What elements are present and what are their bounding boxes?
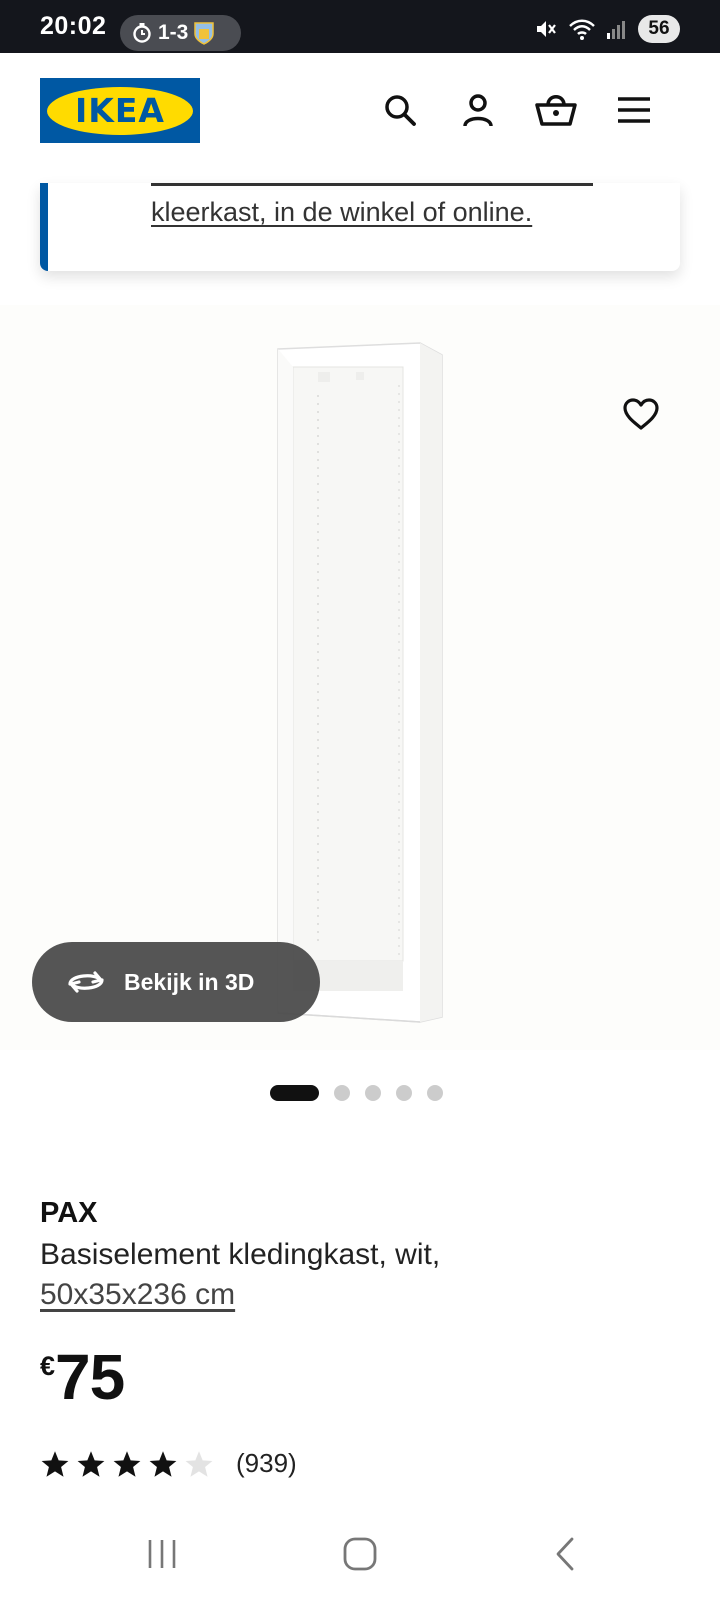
gallery-dot-active[interactable] (270, 1085, 319, 1101)
signal-icon (607, 21, 625, 39)
star-filled-icon (113, 1450, 141, 1477)
live-score-pill[interactable]: 1-3 (120, 15, 241, 51)
menu-icon[interactable] (612, 88, 656, 132)
product-description: Basiselement kledingkast, wit, (40, 1238, 441, 1271)
gallery-dot[interactable] (334, 1085, 350, 1101)
home-icon[interactable] (336, 1530, 384, 1578)
star-filled-icon (41, 1450, 69, 1477)
live-score: 1-3 (158, 21, 189, 44)
mute-icon (537, 21, 556, 37)
stopwatch-icon (133, 23, 151, 43)
notice-previous-line (151, 183, 593, 186)
logo-oval: IKEA (47, 86, 193, 135)
product-size-link[interactable]: 50x35x236 cm (40, 1278, 235, 1312)
account-icon[interactable] (456, 88, 500, 132)
notice-link[interactable]: kleerkast, in de winkel of online. (151, 197, 532, 228)
view-in-3d-button[interactable]: Bekijk in 3D (32, 942, 320, 1022)
basket-icon[interactable] (534, 88, 578, 132)
star-filled-icon (149, 1450, 177, 1477)
site-header: IKEA (0, 53, 720, 183)
price-value: 75 (55, 1341, 125, 1413)
back-icon[interactable] (542, 1530, 590, 1578)
product-image-gallery[interactable] (0, 305, 720, 1050)
star-empty-icon (185, 1450, 213, 1477)
battery-indicator: 56 (638, 15, 680, 43)
gallery-pagination (270, 1085, 443, 1101)
ikea-logo[interactable]: IKEA (40, 78, 200, 143)
product-rating[interactable]: (939) (40, 1448, 297, 1479)
gallery-dot[interactable] (396, 1085, 412, 1101)
logo-text: IKEA (75, 91, 165, 130)
star-filled-icon (77, 1450, 105, 1477)
status-time: 20:02 (40, 12, 107, 40)
product-image (277, 342, 443, 1023)
system-navigation-bar (0, 1505, 720, 1600)
wifi-icon (569, 19, 595, 40)
product-brand: PAX (40, 1197, 98, 1229)
gallery-dot[interactable] (427, 1085, 443, 1101)
review-count: (939) (236, 1448, 297, 1478)
gallery-dot[interactable] (365, 1085, 381, 1101)
recent-apps-icon[interactable] (138, 1530, 186, 1578)
club-crest-icon (194, 22, 215, 45)
product-price: € 75 (40, 1341, 125, 1413)
view-in-3d-label: Bekijk in 3D (124, 968, 255, 995)
status-bar: 20:02 1-3 56 (0, 0, 720, 53)
info-notice-card: kleerkast, in de winkel of online. (40, 183, 680, 271)
search-icon[interactable] (378, 88, 422, 132)
rotate-3d-icon (68, 971, 104, 993)
status-icons: 56 (534, 15, 680, 43)
price-currency: € (40, 1351, 56, 1381)
favorite-heart-icon[interactable] (619, 392, 663, 436)
